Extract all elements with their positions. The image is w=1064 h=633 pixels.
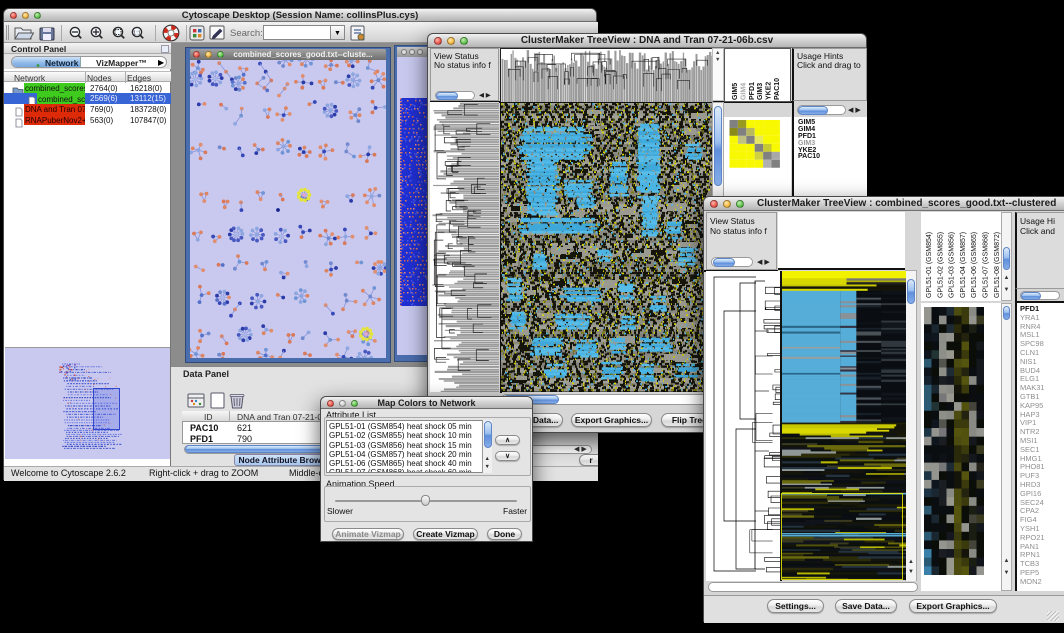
svg-text:GPL51-02 (GSM855): GPL51-02 (GSM855) (937, 232, 944, 298)
svg-text:GIM5: GIM5 (732, 83, 739, 100)
svg-text:YKE2: YKE2 (766, 82, 773, 100)
svg-text:PAC10: PAC10 (774, 78, 781, 100)
svg-text:GPL51-07 (GSM868): GPL51-07 (GSM868) (983, 232, 990, 298)
svg-text:GPL51-03 (GSM856): GPL51-03 (GSM856) (949, 232, 956, 298)
svg-text:GIM4: GIM4 (740, 83, 747, 100)
svg-text:GIM3: GIM3 (757, 83, 764, 100)
svg-text:GPL51-01 (GSM854): GPL51-01 (GSM854) (926, 232, 933, 298)
svg-text:GPL51-04 (GSM857): GPL51-04 (GSM857) (960, 232, 967, 298)
svg-text:GPL51-08 (GSM872): GPL51-08 (GSM872) (994, 232, 1001, 298)
svg-text:1:1: 1:1 (133, 30, 141, 36)
svg-text:GPL51-06 (GSM865): GPL51-06 (GSM865) (971, 232, 978, 298)
svg-text:PFD1: PFD1 (749, 82, 756, 100)
